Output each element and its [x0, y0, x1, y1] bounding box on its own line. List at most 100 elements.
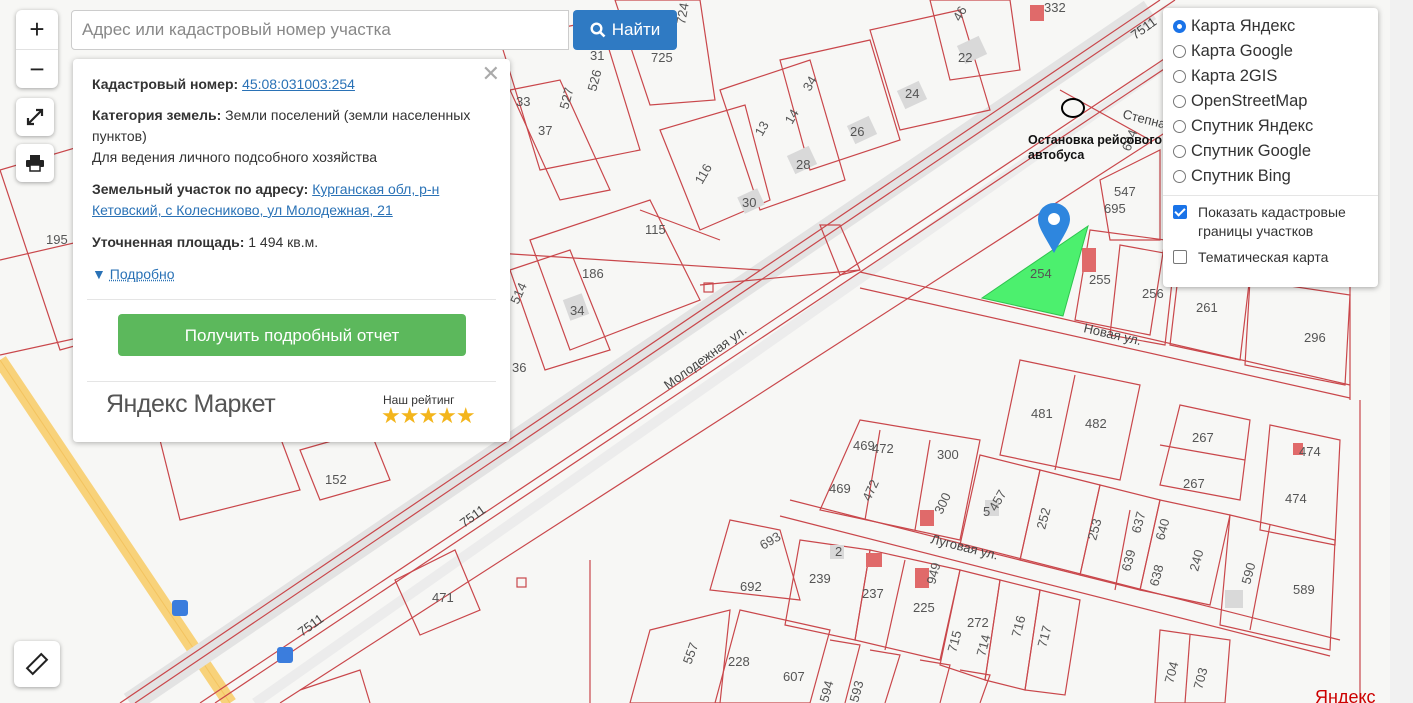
land-category-label: Категория земель:	[92, 107, 222, 123]
details-toggle[interactable]: ▼ Подробно	[92, 264, 482, 285]
search-button-label: Найти	[611, 20, 661, 39]
get-report-button[interactable]: Получить подробный отчет	[118, 314, 466, 356]
zoom-in-button[interactable]: +	[16, 10, 58, 49]
basemap-option[interactable]: Карта Яндекс	[1173, 17, 1295, 36]
yandex-watermark: Яндекс	[1315, 687, 1376, 703]
bus-stop-icon	[277, 647, 293, 663]
basemap-option[interactable]: Спутник Яндекс	[1173, 117, 1313, 136]
parcel-number-label: 33	[516, 94, 530, 109]
basemap-option[interactable]: Спутник Bing	[1173, 167, 1291, 186]
parcel-number-label: 24	[905, 86, 919, 101]
parcel-number-label: 5	[983, 504, 990, 519]
layer-switcher: Карта Яндекс Карта Google Карта 2GIS OpenSt…	[1163, 8, 1378, 287]
caret-down-icon: ▼	[92, 266, 106, 282]
parcel-number-label: 482	[1085, 416, 1107, 431]
parcel-number-label: 607	[783, 669, 805, 684]
basemap-label: OpenStreetMap	[1191, 92, 1308, 110]
basemap-radio[interactable]	[1173, 70, 1186, 83]
basemap-radio[interactable]	[1173, 20, 1186, 33]
thematic-map-checkbox[interactable]	[1173, 250, 1187, 264]
parcel-number-label: 471	[432, 590, 454, 605]
parcel-number-label: 37	[538, 123, 552, 138]
parcel-number-label: 481	[1031, 406, 1053, 421]
cadastral-number-row: Кадастровый номер: 45:08:031003:254	[92, 74, 482, 95]
land-usage-value: Для ведения личного подсобного хозяйства	[92, 149, 378, 165]
parcel-number-label: 300	[937, 447, 959, 462]
parcel-number-label: 237	[862, 586, 884, 601]
parcel-number-label: 195	[46, 232, 68, 247]
land-category-row: Категория земель: Земли поселений (земли…	[92, 105, 482, 168]
parcel-number-label: 589	[1293, 582, 1315, 597]
basemap-option[interactable]: OpenStreetMap	[1173, 92, 1307, 111]
parcel-number-label: 695	[1104, 201, 1126, 216]
basemap-label: Карта Google	[1191, 42, 1293, 60]
cadastral-borders-option[interactable]: Показать кадастровые границы участков	[1173, 203, 1378, 241]
parcel-number-label: 469	[829, 481, 851, 496]
parcel-number-label: 34	[570, 303, 584, 318]
area-label: Уточненная площадь:	[92, 234, 245, 250]
basemap-radio[interactable]	[1173, 120, 1186, 133]
close-icon[interactable]: ✕	[482, 63, 500, 85]
ruler-icon	[25, 652, 49, 676]
area-value: 1 494 кв.м.	[248, 234, 319, 250]
parcel-number-label: 228	[728, 654, 750, 669]
bus-stop-line-2: автобуса	[1028, 148, 1085, 162]
basemap-label: Спутник Google	[1191, 142, 1311, 160]
basemap-label: Карта Яндекс	[1191, 17, 1296, 35]
basemap-option[interactable]: Карта 2GIS	[1173, 67, 1277, 86]
parcel-number-label: 22	[958, 50, 972, 65]
details-link[interactable]: Подробно	[110, 266, 175, 282]
parcel-number-label: 261	[1196, 300, 1218, 315]
parcel-number-label: 472	[872, 441, 894, 456]
parcel-number-label: 296	[1304, 330, 1326, 345]
parcel-number-label: 31	[590, 48, 604, 63]
thematic-map-option[interactable]: Тематическая карта	[1173, 248, 1328, 267]
basemap-option[interactable]: Карта Google	[1173, 42, 1293, 61]
parcel-number-label: 2	[835, 544, 842, 559]
parcel-number-label: 115	[645, 222, 666, 237]
yandex-market-logo[interactable]: Яндекс Маркет	[106, 392, 276, 417]
parcel-number-label: 225	[913, 600, 935, 615]
basemap-option[interactable]: Спутник Google	[1173, 142, 1311, 161]
bus-stop-icon	[172, 600, 188, 616]
parcel-number-label: 30	[742, 195, 756, 210]
search-button[interactable]: Найти	[573, 10, 677, 50]
parcel-number-label: 255	[1089, 272, 1111, 287]
parcel-number-label: 152	[325, 472, 347, 487]
basemap-label: Спутник Bing	[1191, 167, 1291, 185]
parcel-info-popup: ✕ Кадастровый номер: 45:08:031003:254 Ка…	[73, 59, 510, 442]
basemap-radio[interactable]	[1173, 170, 1186, 183]
basemap-radio[interactable]	[1173, 145, 1186, 158]
cadastral-number-label: Кадастровый номер:	[92, 76, 239, 92]
area-row: Уточненная площадь: 1 494 кв.м.	[92, 232, 482, 253]
basemap-radio[interactable]	[1173, 95, 1186, 108]
parcel-number-label: 332	[1044, 0, 1066, 15]
print-button[interactable]	[16, 144, 54, 182]
address-row: Земельный участок по адресу: Курганская …	[92, 179, 482, 221]
parcel-number-label: 692	[740, 579, 762, 594]
zoom-out-button[interactable]: −	[16, 49, 58, 89]
bus-stop-line-1: Остановка рейсового	[1028, 133, 1162, 147]
parcel-number-label: 272	[967, 615, 989, 630]
parcel-number-label: 547	[1114, 184, 1136, 199]
parcel-number-label: 267	[1192, 430, 1214, 445]
address-label: Земельный участок по адресу:	[92, 181, 309, 197]
printer-icon	[26, 155, 44, 172]
parcel-number-label: 256	[1142, 286, 1164, 301]
parcel-number-label: 725	[651, 50, 673, 65]
ruler-button[interactable]	[14, 641, 60, 687]
search-icon	[590, 22, 606, 38]
thematic-map-label: Тематическая карта	[1198, 249, 1329, 265]
basemap-label: Спутник Яндекс	[1191, 117, 1314, 135]
basemap-label: Карта 2GIS	[1191, 67, 1278, 85]
fullscreen-button[interactable]	[16, 98, 54, 136]
cadastral-borders-checkbox[interactable]	[1173, 205, 1187, 219]
parcel-number-label: 26	[850, 124, 864, 139]
search-input[interactable]	[71, 10, 569, 50]
expand-icon	[26, 108, 44, 126]
basemap-radio[interactable]	[1173, 45, 1186, 58]
parcel-number-label: 28	[796, 157, 810, 172]
cadastral-number-link[interactable]: 45:08:031003:254	[242, 76, 355, 92]
parcel-number-label: 186	[582, 266, 604, 281]
parcel-number-label: 267	[1183, 476, 1205, 491]
